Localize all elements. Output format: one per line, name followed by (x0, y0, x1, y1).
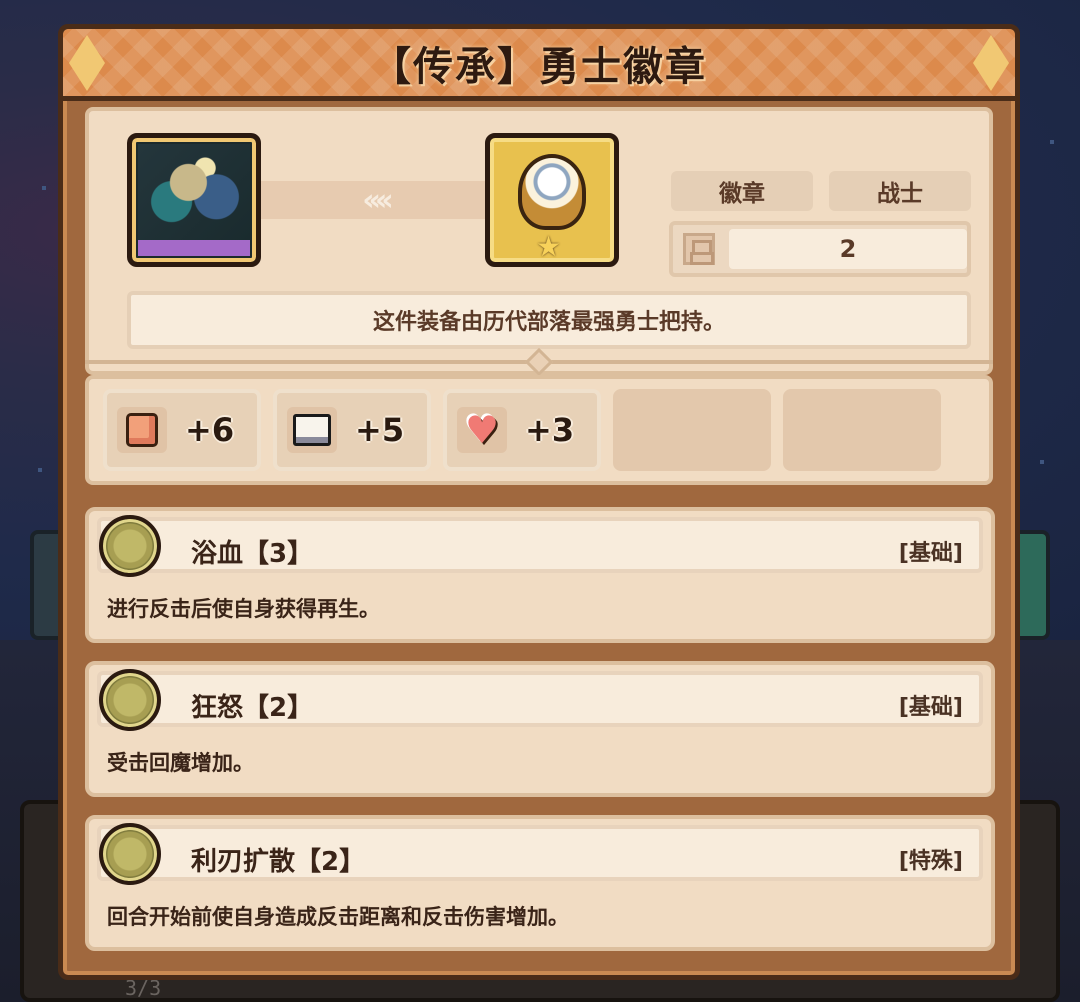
skill-name: 狂怒【2】 (191, 692, 314, 723)
skill-header: 狂怒【2】 [基础] (97, 671, 983, 727)
skill-header: 利刃扩散【2】 [特殊] (97, 825, 983, 881)
item-description: 这件装备由历代部落最强勇士把持。 (127, 291, 971, 349)
fist-icon (126, 413, 158, 447)
item-level-value: 2 (729, 229, 967, 269)
stat-value: +5 (355, 411, 405, 449)
item-title: 【传承】勇士徽章 (371, 43, 707, 90)
item-info-card: ‹‹‹‹ ★ 徽章 战士 2 这件装备由历代部落最强勇士把持。 (85, 107, 993, 375)
skill-tag: [特殊] (898, 849, 963, 874)
item-detail-panel: 【传承】勇士徽章 ‹‹‹‹ ★ 徽章 战士 2 这件装备由历代部落最强勇士把持。 (58, 24, 1020, 980)
star-icon: ★ (536, 230, 562, 263)
skill-medal-icon (99, 515, 161, 577)
star-decoration (1040, 460, 1044, 464)
skill-medal-icon (99, 823, 161, 885)
skill-card[interactable]: 利刃扩散【2】 [特殊] 回合开始前使自身造成反击距离和反击伤害增加。 (85, 815, 995, 951)
skill-name: 利刃扩散【2】 (191, 846, 366, 877)
divider-gem-icon (524, 347, 554, 377)
stat-value: +3 (525, 411, 575, 449)
star-decoration (1050, 140, 1054, 144)
stat-slot-magic[interactable]: +5 (273, 389, 431, 471)
heart-icon: ♥ (464, 408, 500, 452)
stat-icon-box: ♥ (457, 407, 507, 453)
left-arrows-icon: ‹‹‹‹ (362, 182, 394, 218)
stat-slot-empty (783, 389, 941, 471)
corner-diamond-icon (973, 35, 1009, 91)
stat-icon-box (117, 407, 167, 453)
item-class-tag: 战士 (829, 171, 971, 211)
skill-tag: [基础] (898, 541, 963, 566)
item-level-row: 2 (669, 221, 971, 277)
badge-item-icon[interactable]: ★ (485, 133, 619, 267)
stats-card: +6 +5 ♥ +3 (85, 375, 993, 485)
hero-portrait-art (138, 144, 250, 240)
skill-card[interactable]: 浴血【3】 [基础] 进行反击后使自身获得再生。 (85, 507, 995, 643)
stat-slot-empty (613, 389, 771, 471)
stat-slot-health[interactable]: ♥ +3 (443, 389, 601, 471)
badge-icon (518, 154, 586, 230)
corner-diamond-icon (69, 35, 105, 91)
skill-medal-icon (99, 669, 161, 731)
skill-description: 回合开始前使自身造成反击距离和反击伤害增加。 (107, 905, 569, 929)
stat-slot-attack[interactable]: +6 (103, 389, 261, 471)
stat-value: +6 (185, 411, 235, 449)
skill-description: 进行反击后使自身获得再生。 (107, 597, 380, 621)
equip-arrow-track: ‹‹‹‹ (261, 181, 489, 219)
hero-portrait[interactable] (127, 133, 261, 267)
skill-description: 受击回魔增加。 (107, 751, 254, 775)
stat-icon-box (287, 407, 337, 453)
stack-icon (683, 233, 715, 265)
book-icon (293, 414, 331, 446)
star-decoration (38, 468, 42, 472)
section-divider (85, 347, 993, 377)
skill-header: 浴血【3】 [基础] (97, 517, 983, 573)
hero-rarity-stripe (138, 240, 250, 256)
skill-tag: [基础] (898, 695, 963, 720)
skill-card[interactable]: 狂怒【2】 [基础] 受击回魔增加。 (85, 661, 995, 797)
title-bar: 【传承】勇士徽章 (63, 29, 1015, 101)
star-decoration (42, 186, 46, 190)
skill-name: 浴血【3】 (191, 538, 314, 569)
item-type-tag: 徽章 (671, 171, 813, 211)
